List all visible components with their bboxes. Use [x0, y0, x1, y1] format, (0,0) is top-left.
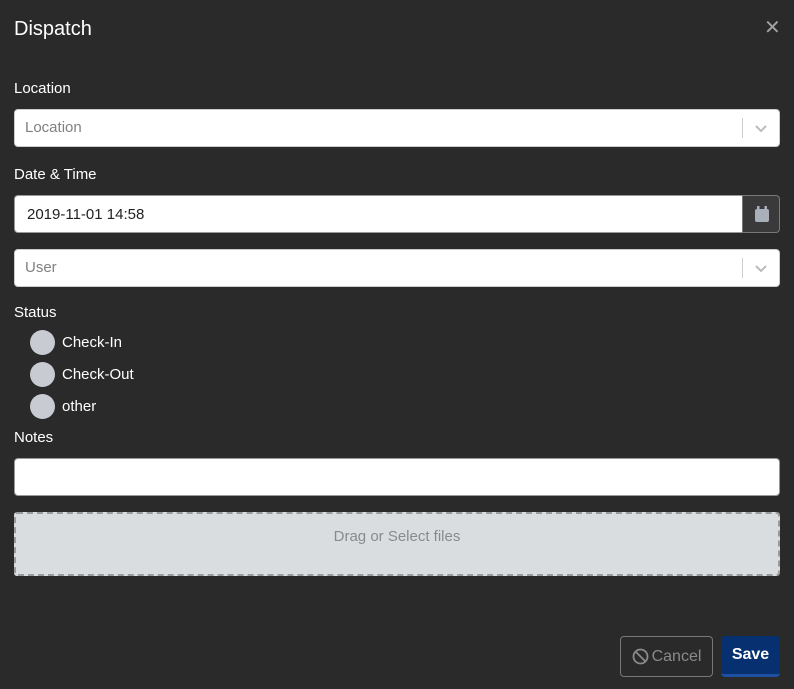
- radio-button[interactable]: [30, 361, 55, 387]
- user-placeholder: User: [25, 259, 57, 276]
- location-label: Location: [14, 80, 71, 97]
- calendar-button[interactable]: [742, 195, 780, 233]
- chevron-down-icon[interactable]: [753, 260, 769, 276]
- radio-button[interactable]: [30, 393, 55, 419]
- calendar-icon: [755, 206, 769, 222]
- radio-label: other: [62, 397, 97, 415]
- notes-label: Notes: [14, 429, 54, 446]
- radio-button[interactable]: [30, 329, 55, 355]
- radio-label: Check-Out: [62, 365, 134, 383]
- datetime-group: [14, 195, 780, 233]
- cancel-button[interactable]: Cancel: [620, 636, 713, 677]
- ban-icon: [632, 648, 648, 665]
- cancel-label: Cancel: [651, 647, 702, 665]
- datetime-input[interactable]: [14, 195, 742, 233]
- dialog-title: Dispatch: [14, 18, 92, 40]
- select-separator: [742, 258, 743, 278]
- status-option-other[interactable]: other: [30, 393, 96, 419]
- chevron-down-icon[interactable]: [753, 120, 769, 136]
- status-option-check-in[interactable]: Check-In: [30, 329, 122, 355]
- close-icon[interactable]: ✕: [764, 18, 781, 38]
- user-select[interactable]: User: [14, 249, 780, 287]
- status-label: Status: [14, 304, 57, 321]
- location-placeholder: Location: [25, 119, 82, 136]
- radio-label: Check-In: [62, 333, 123, 351]
- location-select[interactable]: Location: [14, 109, 780, 147]
- file-dropzone[interactable]: Drag or Select files: [14, 512, 780, 576]
- status-option-check-out[interactable]: Check-Out: [30, 361, 134, 387]
- notes-input[interactable]: [14, 458, 780, 496]
- save-button[interactable]: Save: [721, 636, 780, 677]
- dropzone-text: Drag or Select files: [333, 527, 461, 545]
- datetime-label: Date & Time: [14, 166, 97, 183]
- select-separator: [742, 118, 743, 138]
